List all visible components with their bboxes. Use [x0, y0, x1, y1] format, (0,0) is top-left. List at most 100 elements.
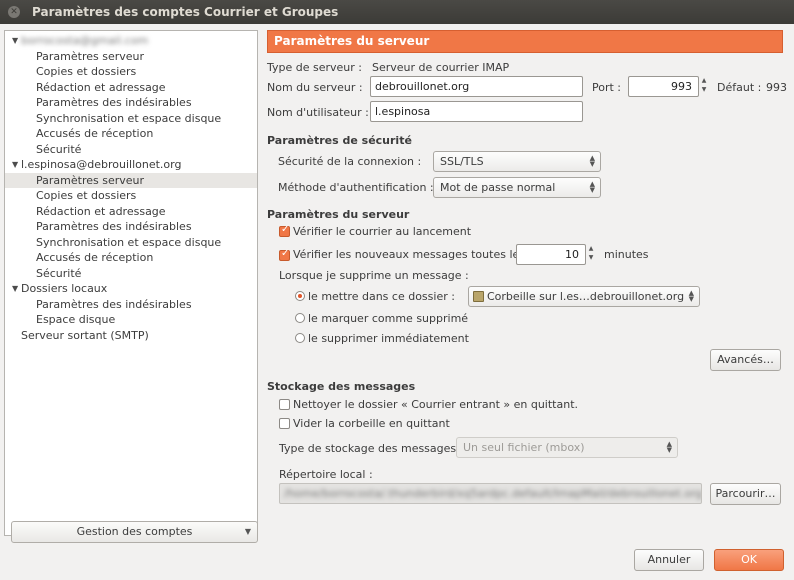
- local-dir-value: /home/borrocosta/.thunderbird/xq5ardpc.d…: [284, 487, 702, 500]
- window-title: Paramètres des comptes Courrier et Group…: [32, 5, 339, 19]
- local-dir-label: Répertoire local :: [279, 468, 373, 481]
- clean-inbox-checkbox[interactable]: [279, 399, 290, 410]
- tree-item-label: Synchronisation et espace disque: [36, 235, 222, 249]
- tree-item-label: borrocosta@gmail.com: [21, 34, 149, 47]
- tree-item-label: l.espinosa@debrouillonet.org: [21, 158, 182, 171]
- ok-button[interactable]: OK: [714, 549, 784, 571]
- storage-heading: Stockage des messages: [267, 380, 416, 393]
- tree-account[interactable]: ▼ l.espinosa@debrouillonet.org: [5, 157, 257, 173]
- tree-item-label: Synchronisation et espace disque: [36, 111, 222, 125]
- tree-item[interactable]: Synchronisation et espace disque: [5, 235, 257, 251]
- expander-icon[interactable]: ▼: [12, 281, 18, 296]
- tree-account[interactable]: ▼ borrocosta@gmail.com: [5, 33, 257, 49]
- tree-item-label: Dossiers locaux: [21, 282, 108, 295]
- empty-trash-label[interactable]: Vider la corbeille en quittant: [293, 417, 450, 430]
- storage-type-select: Un seul fichier (mbox) ▲ ▼: [456, 437, 678, 458]
- on-delete-label: Lorsque je supprime un message :: [279, 269, 469, 282]
- chevron-down-icon: ▼: [244, 527, 251, 536]
- default-port-value: 993: [766, 81, 787, 94]
- cancel-button[interactable]: Annuler: [634, 549, 704, 571]
- tree-item[interactable]: Sécurité: [5, 142, 257, 158]
- tree-item[interactable]: Rédaction et adressage: [5, 80, 257, 96]
- dialog-window: ▼ borrocosta@gmail.com Paramètres serveur C…: [0, 24, 794, 580]
- tree-item[interactable]: Paramètres serveur: [5, 172, 257, 188]
- radio-move-label[interactable]: le mettre dans ce dossier :: [308, 290, 455, 303]
- tree-item-label: Rédaction et adressage: [36, 80, 166, 94]
- minutes-label: minutes: [604, 248, 649, 261]
- check-minutes-input[interactable]: 10: [516, 244, 586, 265]
- updown-icon: ▲ ▼: [688, 289, 694, 303]
- tree-item-label: Paramètres serveur: [36, 173, 145, 187]
- empty-trash-checkbox[interactable]: [279, 418, 290, 429]
- username-label: Nom d'utilisateur :: [267, 106, 369, 119]
- trash-folder-value: Corbeille sur l.es…debrouillonet.org: [487, 290, 685, 303]
- server-name-input[interactable]: debrouillonet.org: [370, 76, 583, 97]
- radio-mark-label[interactable]: le marquer comme supprimé: [308, 312, 468, 325]
- radio-move-to-folder[interactable]: [295, 291, 305, 301]
- connection-security-value: SSL/TLS: [440, 155, 484, 168]
- title-bar: ✕ Paramètres des comptes Courrier et Gro…: [0, 0, 794, 24]
- minutes-stepper[interactable]: ▲ ▼: [587, 244, 595, 265]
- account-tree[interactable]: ▼ borrocosta@gmail.com Paramètres serveur C…: [4, 30, 258, 536]
- check-every-label[interactable]: Vérifier les nouveaux messages toutes le…: [293, 248, 525, 261]
- connection-security-select[interactable]: SSL/TLS ▲ ▼: [433, 151, 601, 172]
- tree-item[interactable]: Copies et dossiers: [5, 64, 257, 80]
- tree-account[interactable]: ▼ Dossiers locaux: [5, 281, 257, 297]
- tree-item-label: Sécurité: [36, 142, 82, 156]
- radio-delete-label[interactable]: le supprimer immédiatement: [308, 332, 469, 345]
- tree-item[interactable]: Copies et dossiers: [5, 188, 257, 204]
- tree-item[interactable]: Paramètres des indésirables: [5, 219, 257, 235]
- tree-account[interactable]: Serveur sortant (SMTP): [5, 328, 257, 344]
- username-input[interactable]: l.espinosa: [370, 101, 583, 122]
- tree-item-label: Paramètres des indésirables: [36, 297, 192, 311]
- tree-item[interactable]: Paramètres des indésirables: [5, 297, 257, 313]
- clean-inbox-label[interactable]: Nettoyer le dossier « Courrier entrant »…: [293, 398, 578, 411]
- radio-delete-now[interactable]: [295, 333, 305, 343]
- port-label: Port :: [592, 81, 622, 94]
- page-title: Paramètres du serveur: [267, 30, 783, 53]
- tree-item[interactable]: Paramètres serveur: [5, 49, 257, 65]
- tree-item-label: Sécurité: [36, 266, 82, 280]
- tree-item[interactable]: Accusés de réception: [5, 250, 257, 266]
- check-startup-checkbox[interactable]: [279, 224, 290, 237]
- manage-accounts-button[interactable]: Gestion des comptes ▼: [11, 521, 258, 543]
- check-startup-label[interactable]: Vérifier le courrier au lancement: [293, 225, 471, 238]
- trash-folder-icon: [473, 291, 484, 302]
- connection-security-label: Sécurité de la connexion :: [278, 155, 422, 168]
- check-every-checkbox[interactable]: [279, 248, 290, 261]
- updown-icon: ▲ ▼: [666, 440, 672, 454]
- server-name-label: Nom du serveur :: [267, 81, 363, 94]
- tree-item-label: Accusés de réception: [36, 127, 154, 140]
- tree-item-label: Paramètres des indésirables: [36, 220, 192, 233]
- tree-item-label: Accusés de réception: [36, 251, 154, 264]
- tree-item[interactable]: Espace disque: [5, 312, 257, 328]
- tree-item[interactable]: Rédaction et adressage: [5, 204, 257, 220]
- tree-item-label: Paramètres serveur: [36, 49, 145, 63]
- auth-method-select[interactable]: Mot de passe normal ▲ ▼: [433, 177, 601, 198]
- default-port-label: Défaut :: [717, 81, 762, 94]
- port-input[interactable]: 993: [628, 76, 699, 97]
- port-stepper[interactable]: ▲ ▼: [700, 76, 708, 97]
- tree-item[interactable]: Sécurité: [5, 266, 257, 282]
- server-type-label: Type de serveur :: [267, 61, 363, 74]
- radio-mark-deleted[interactable]: [295, 313, 305, 323]
- local-dir-input: /home/borrocosta/.thunderbird/xq5ardpc.d…: [279, 483, 702, 504]
- advanced-button[interactable]: Avancés…: [710, 349, 781, 371]
- tree-item[interactable]: Accusés de réception: [5, 126, 257, 142]
- tree-item[interactable]: Paramètres des indésirables: [5, 95, 257, 111]
- expander-icon[interactable]: ▼: [12, 157, 18, 172]
- tree-item-label: Paramètres des indésirables: [36, 96, 192, 109]
- trash-folder-select[interactable]: Corbeille sur l.es…debrouillonet.org ▲ ▼: [468, 286, 700, 307]
- tree-item[interactable]: Synchronisation et espace disque: [5, 111, 257, 127]
- tree-item-label: Copies et dossiers: [36, 189, 137, 202]
- expander-icon[interactable]: ▼: [12, 33, 18, 48]
- security-heading: Paramètres de sécurité: [267, 134, 412, 147]
- close-icon[interactable]: ✕: [8, 6, 20, 18]
- server-settings-heading: Paramètres du serveur: [267, 208, 410, 221]
- tree-item-label: Copies et dossiers: [36, 65, 137, 78]
- storage-type-label: Type de stockage des messages :: [279, 442, 464, 455]
- storage-type-value: Un seul fichier (mbox): [463, 441, 585, 454]
- tree-item-label: Rédaction et adressage: [36, 204, 166, 218]
- manage-accounts-label: Gestion des comptes: [76, 525, 193, 538]
- browse-button[interactable]: Parcourir…: [710, 483, 781, 505]
